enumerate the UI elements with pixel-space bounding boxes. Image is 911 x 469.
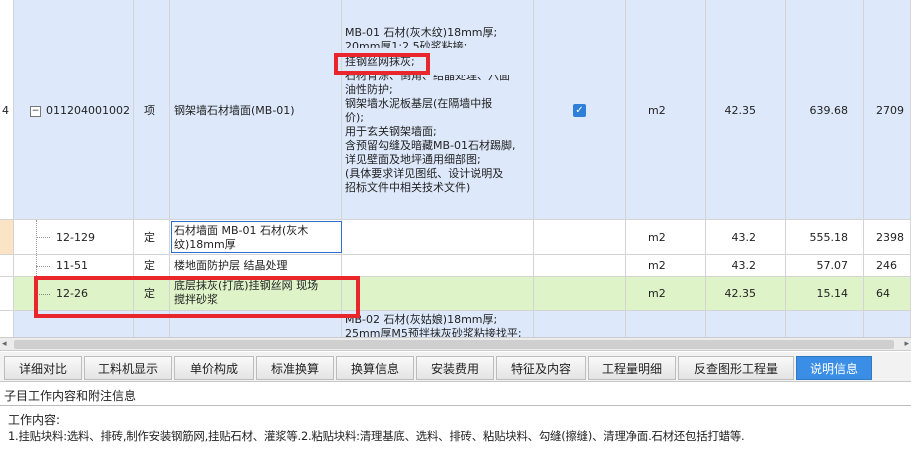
section-title: 子目工作内容和附注信息 xyxy=(4,389,137,403)
quantity-grid: 4 − 011204001002 项 钢架墙石材墙面(MB-01) MB-01 … xyxy=(0,0,911,337)
table-row[interactable]: MB-02 石材(灰姑娘)18mm厚; 25mm厚M5预拌抹灰砂浆粘接找平; xyxy=(0,311,911,337)
quota-quantity: 42.35 xyxy=(724,287,757,300)
quota-quantity: 43.2 xyxy=(731,259,757,272)
feature-line: 招标文件中相关技术文件) xyxy=(345,181,471,194)
feature-line: 用于玄关钢架墙面; xyxy=(345,125,437,138)
row-number: 4 xyxy=(2,104,9,117)
detail-tab-bar: 详细对比 工料机显示 单价构成 标准换算 换算信息 安装费用 特征及内容 工程量… xyxy=(0,352,911,382)
table-row[interactable]: 12-26 定 底层抹灰(打底)挂钢丝网 现场 搅拌砂浆 m2 42.35 15… xyxy=(0,277,911,311)
tab-reverse-lookup[interactable]: 反查图形工程量 xyxy=(678,356,794,380)
item-quantity: 42.35 xyxy=(724,104,757,117)
feature-line: 20mm厚1:2.5砂浆粘接; xyxy=(345,40,468,53)
item-unit-price: 639.68 xyxy=(809,104,849,117)
feature-line: (具体要求详见图纸、设计说明及 xyxy=(345,167,504,180)
tab-standard-conversion[interactable]: 标准换算 xyxy=(256,356,334,380)
quota-quantity: 43.2 xyxy=(731,231,757,244)
item-name: 钢架墙石材墙面(MB-01) xyxy=(174,104,295,117)
feature-line: 油性防护; xyxy=(345,83,393,96)
tab-unit-price[interactable]: 单价构成 xyxy=(174,356,254,380)
tab-installation-cost[interactable]: 安装费用 xyxy=(416,356,494,380)
quota-name-editor[interactable]: 石材墙面 MB-01 石材(灰木 纹)18mm厚 xyxy=(171,221,342,253)
feature-line: 石材背涂、倒角、结晶处理、六面 xyxy=(345,69,510,82)
work-content-text: 1.挂贴块料:选料、排砖,制作安装钢筋网,挂贴石材、灌浆等.2.粘贴块料:清理基… xyxy=(8,429,745,443)
feature-line: 挂钢丝网抹灰; xyxy=(345,55,415,68)
tab-features-content[interactable]: 特征及内容 xyxy=(496,356,586,380)
horizontal-scrollbar[interactable]: ◂ ▸ xyxy=(0,337,911,351)
quota-unit: m2 xyxy=(648,287,666,300)
quota-unit-price: 15.14 xyxy=(816,287,849,300)
quota-unit-price: 555.18 xyxy=(809,231,849,244)
quota-unit: m2 xyxy=(648,259,666,272)
quota-total: 246 xyxy=(876,259,897,272)
quota-type: 定 xyxy=(144,287,155,300)
item-code: 011204001002 xyxy=(46,104,130,117)
quota-code: 12-26 xyxy=(56,287,88,300)
scroll-right-icon[interactable]: ▸ xyxy=(904,339,909,349)
tab-description-info[interactable]: 说明信息 xyxy=(796,356,872,380)
tab-labor-material[interactable]: 工料机显示 xyxy=(84,356,172,380)
quota-code: 11-51 xyxy=(56,259,88,272)
collapse-icon[interactable]: − xyxy=(30,106,41,117)
quota-unit: m2 xyxy=(648,231,666,244)
quota-name-line: 搅拌砂浆 xyxy=(174,293,218,306)
quota-type: 定 xyxy=(144,259,155,272)
tab-quantity-detail[interactable]: 工程量明细 xyxy=(588,356,676,380)
feature-line: 含预留勾缝及暗藏MB-01石材踢脚, xyxy=(345,139,516,152)
feature-line: 价); xyxy=(345,111,364,124)
quota-unit-price: 57.07 xyxy=(816,259,849,272)
work-content-panel[interactable]: 工作内容: 1.挂贴块料:选料、排砖,制作安装钢筋网,挂贴石材、灌浆等.2.粘贴… xyxy=(0,405,911,469)
feature-line: MB-01 石材(灰木纹)18mm厚; xyxy=(345,26,498,39)
quota-type: 定 xyxy=(144,231,155,244)
tab-conversion-info[interactable]: 换算信息 xyxy=(336,356,414,380)
table-row[interactable]: 4 − 011204001002 项 钢架墙石材墙面(MB-01) MB-01 … xyxy=(0,0,911,220)
scrollbar-thumb[interactable] xyxy=(14,340,894,349)
tab-detail-compare[interactable]: 详细对比 xyxy=(4,356,82,380)
quota-name-line: 底层抹灰(打底)挂钢丝网 现场 xyxy=(174,279,319,292)
table-row[interactable]: 12-129 定 石材墙面 MB-01 石材(灰木 纹)18mm厚 m2 43.… xyxy=(0,220,911,255)
checkbox-checked-icon[interactable]: ✓ xyxy=(573,104,586,117)
work-content-heading: 工作内容: xyxy=(8,413,61,427)
scroll-left-icon[interactable]: ◂ xyxy=(2,339,7,349)
item-type: 项 xyxy=(144,104,155,117)
quota-name-line: 石材墙面 MB-01 石材(灰木 xyxy=(174,224,309,237)
table-row[interactable]: 11-51 定 楼地面防护层 结晶处理 m2 43.2 57.07 246 xyxy=(0,255,911,277)
quota-total: 64 xyxy=(876,287,890,300)
item-features-cell[interactable]: MB-01 石材(灰木纹)18mm厚; 20mm厚1:2.5砂浆粘接; 挂钢丝网… xyxy=(342,0,534,220)
quota-name-line: 楼地面防护层 结晶处理 xyxy=(174,259,288,272)
quota-total: 2398 xyxy=(876,231,904,244)
feature-line: 钢架墙水泥板基层(在隔墙中报 xyxy=(345,97,493,110)
quota-code: 12-129 xyxy=(56,231,95,244)
feature-line: MB-02 石材(灰姑娘)18mm厚; xyxy=(345,313,498,326)
item-total: 2709 xyxy=(876,104,904,117)
feature-line: 详见壁面及地坪通用细部图; xyxy=(345,153,481,166)
item-unit: m2 xyxy=(648,104,666,117)
feature-line: 25mm厚M5预拌抹灰砂浆粘接找平; xyxy=(345,327,522,337)
quota-name-line: 纹)18mm厚 xyxy=(174,238,236,251)
